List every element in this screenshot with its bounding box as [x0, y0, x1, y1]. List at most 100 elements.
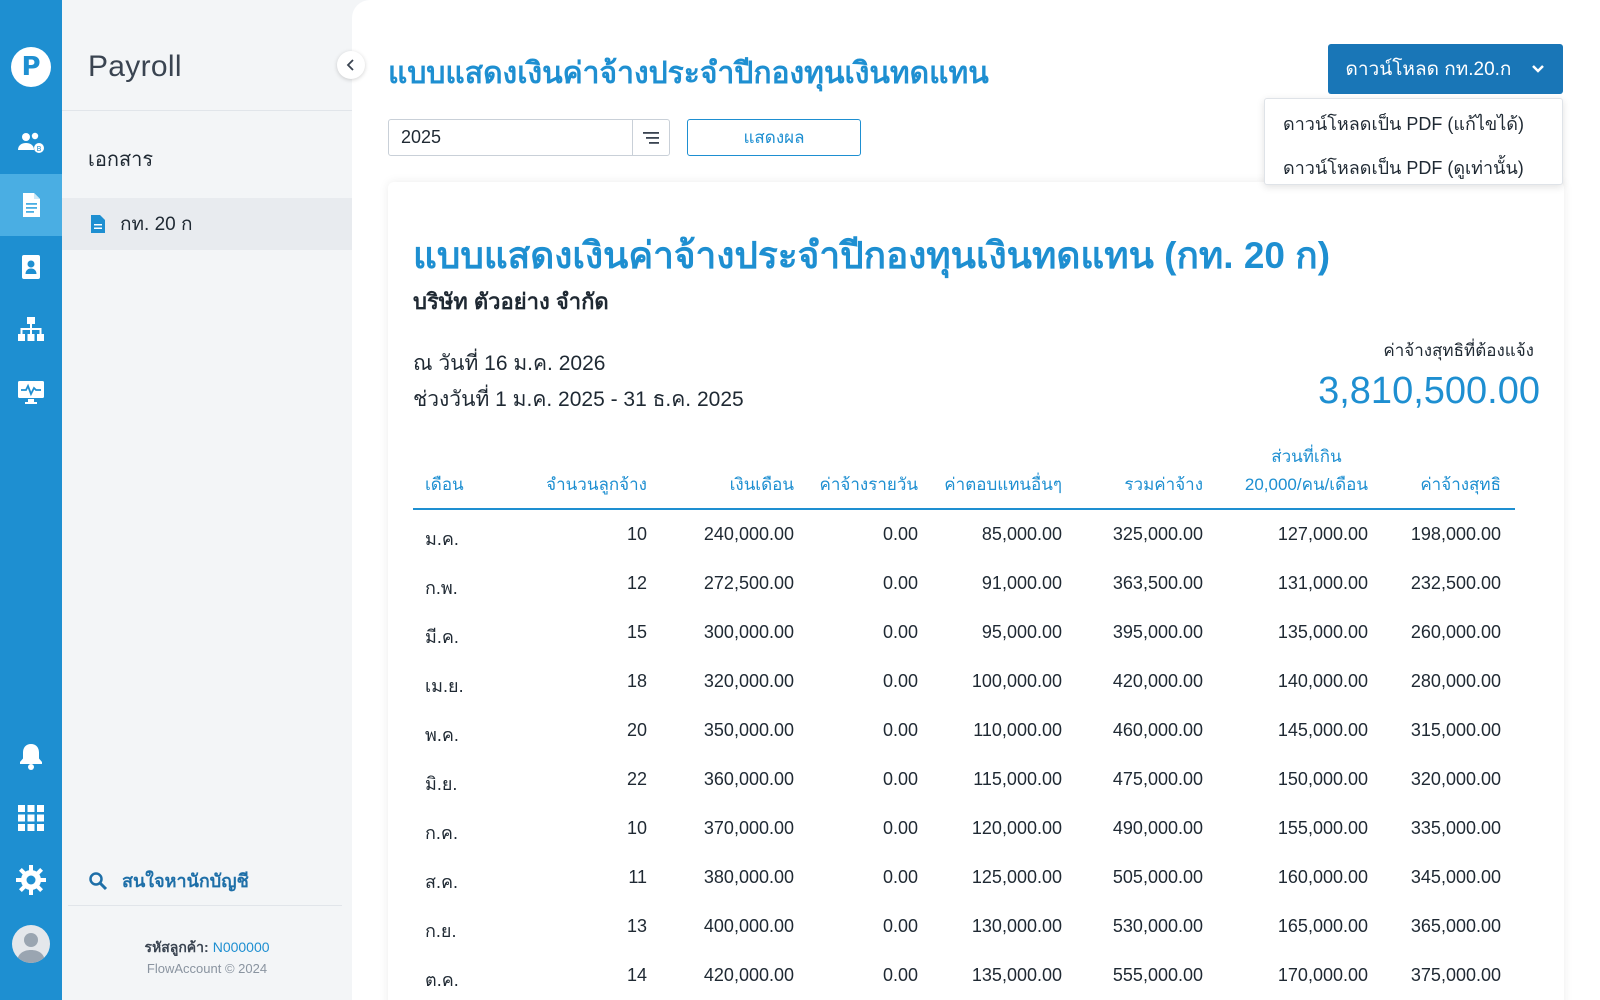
column-header: ค่าตอบแทนอื่นๆ — [944, 475, 1062, 494]
as-of-date: ณ วันที่ 16 ม.ค. 2026 — [413, 352, 606, 375]
table-cell: 198,000.00 — [1410, 524, 1501, 544]
table-cell: 360,000.00 — [703, 769, 794, 789]
column-header: รวมค่าจ้าง — [1124, 475, 1203, 494]
table-cell: ส.ค. — [425, 872, 459, 892]
chevron-down-icon — [1532, 65, 1545, 73]
table-cell: 315,000.00 — [1410, 720, 1501, 740]
table-cell: 135,000.00 — [971, 965, 1062, 985]
report-title: แบบแสดงเงินค่าจ้างประจำปีกองทุนเงินทดแทน… — [413, 235, 1331, 276]
download-button-label: ดาวน์โหลด กท.20.ก — [1345, 59, 1512, 80]
table-cell: 0.00 — [882, 671, 918, 691]
table-cell: 160,000.00 — [1277, 867, 1368, 887]
table-cell: 150,000.00 — [1277, 769, 1368, 789]
org-chart-icon[interactable] — [0, 298, 62, 360]
table-cell: 0.00 — [882, 965, 918, 985]
sidebar-item-label: กท. 20 ก — [120, 214, 193, 235]
table-cell: 131,000.00 — [1277, 573, 1368, 593]
page-title: แบบแสดงเงินค่าจ้างประจำปีกองทุนเงินทดแทน — [388, 57, 989, 90]
report-card: แบบแสดงเงินค่าจ้างประจำปีกองทุนเงินทดแทน… — [388, 182, 1564, 1000]
table-cell: 12 — [626, 573, 647, 593]
year-options-button[interactable] — [632, 120, 669, 155]
table-cell: 380,000.00 — [703, 867, 794, 887]
show-results-button[interactable]: แสดงผล — [687, 119, 861, 156]
table-row: ก.พ. 12 272,500.00 0.00 91,000.00 363,500.00 1… — [413, 559, 1515, 608]
table-cell: 335,000.00 — [1410, 818, 1501, 838]
table-cell: มิ.ย. — [425, 774, 458, 794]
table-cell: 555,000.00 — [1112, 965, 1203, 985]
find-accountant-link[interactable]: สนใจหานักบัญชี — [88, 866, 249, 895]
table-cell: 120,000.00 — [971, 818, 1062, 838]
column-header: ค่าจ้างรายวัน — [819, 475, 918, 494]
table-cell: ก.ค. — [425, 823, 458, 843]
table-cell: 165,000.00 — [1277, 916, 1368, 936]
menu-item-pdf-readonly[interactable]: ดาวน์โหลดเป็น PDF (ดูเท่านั้น) — [1283, 153, 1524, 182]
gear-icon[interactable] — [0, 849, 62, 911]
table-cell: 100,000.00 — [971, 671, 1062, 691]
table-row: มี.ค. 15 300,000.00 0.00 95,000.00 395,000.00… — [413, 608, 1515, 657]
file-icon — [91, 215, 105, 233]
document-icon[interactable] — [0, 174, 62, 236]
table-cell: 145,000.00 — [1277, 720, 1368, 740]
icon-rail: P B — [0, 0, 62, 1000]
table-cell: 490,000.00 — [1112, 818, 1203, 838]
table-cell: 375,000.00 — [1410, 965, 1501, 985]
table-body: ม.ค. 10 240,000.00 0.00 85,000.00 325,000.00 1… — [413, 510, 1515, 1000]
bell-icon[interactable] — [0, 725, 62, 787]
table-row: เม.ย. 18 320,000.00 0.00 100,000.00 420,000.0… — [413, 657, 1515, 706]
table-cell: 18 — [626, 671, 647, 691]
menu-item-pdf-editable[interactable]: ดาวน์โหลดเป็น PDF (แก้ไขได้) — [1283, 109, 1524, 138]
table-cell: 260,000.00 — [1410, 622, 1501, 642]
table-cell: ก.พ. — [425, 578, 458, 598]
find-accountant-label: สนใจหานักบัญชี — [122, 871, 249, 891]
table-cell: 95,000.00 — [981, 622, 1062, 642]
table-row: ต.ค. 14 420,000.00 0.00 135,000.00 555,000.00… — [413, 951, 1515, 1000]
table-cell: 140,000.00 — [1277, 671, 1368, 691]
table-cell: 85,000.00 — [981, 524, 1062, 544]
customer-code-value: N000000 — [212, 939, 270, 955]
employees-icon[interactable]: B — [0, 112, 62, 174]
table-cell: 320,000.00 — [1410, 769, 1501, 789]
sidebar-item-kt20k[interactable]: กท. 20 ก — [62, 198, 352, 250]
table-cell: 135,000.00 — [1277, 622, 1368, 642]
year-select[interactable]: 2025 — [388, 119, 670, 156]
table-cell: 20 — [626, 720, 647, 740]
table-cell: 125,000.00 — [971, 867, 1062, 887]
table-cell: 420,000.00 — [703, 965, 794, 985]
app-title: Payroll — [88, 50, 182, 83]
table-cell: มี.ค. — [425, 627, 459, 647]
table-cell: 0.00 — [882, 524, 918, 544]
table-cell: 10 — [626, 818, 647, 838]
table-cell: 420,000.00 — [1112, 671, 1203, 691]
table-cell: 395,000.00 — [1112, 622, 1203, 642]
copyright: FlowAccount © 2024 — [146, 961, 268, 976]
column-header: ส่วนที่เกิน 20,000/คน/เดือน — [1245, 443, 1368, 499]
column-header-line: 20,000/คน/เดือน — [1244, 475, 1368, 494]
table-cell: 325,000.00 — [1112, 524, 1203, 544]
table-row: ส.ค. 11 380,000.00 0.00 125,000.00 505,000.00… — [413, 853, 1515, 902]
report-period: ช่วงวันที่ 1 ม.ค. 2025 - 31 ธ.ค. 2025 — [413, 388, 744, 411]
table-cell: พ.ค. — [425, 725, 459, 745]
column-header: เงินเดือน — [729, 475, 794, 494]
apps-grid-icon[interactable] — [0, 787, 62, 849]
logo-icon[interactable]: P — [11, 47, 51, 87]
table-cell: 0.00 — [882, 769, 918, 789]
table-cell: 15 — [626, 622, 647, 642]
table-cell: 505,000.00 — [1112, 867, 1203, 887]
customer-code: รหัสลูกค้า: N000000 — [62, 937, 352, 959]
column-header: ค่าจ้างสุทธิ — [1420, 475, 1501, 494]
table-cell: 0.00 — [882, 573, 918, 593]
net-wage-label: ค่าจ้างสุทธิที่ต้องแจ้ง — [1383, 341, 1534, 360]
table-cell: 240,000.00 — [703, 524, 794, 544]
table-cell: 272,500.00 — [703, 573, 794, 593]
table-cell: 0.00 — [882, 622, 918, 642]
customer-code-label: รหัสลูกค้า: — [144, 939, 209, 955]
table-cell: 300,000.00 — [703, 622, 794, 642]
collapse-sidebar-button[interactable] — [337, 51, 365, 79]
monitor-icon[interactable] — [0, 360, 62, 422]
avatar[interactable] — [12, 925, 50, 963]
contact-card-icon[interactable] — [0, 236, 62, 298]
svg-text:B: B — [37, 145, 42, 153]
download-button[interactable]: ดาวน์โหลด กท.20.ก — [1328, 44, 1563, 94]
secondary-sidebar: Payroll เอกสาร กท. 20 ก สนใจหานักบัญชี ร… — [62, 0, 352, 1000]
divider — [68, 905, 342, 906]
